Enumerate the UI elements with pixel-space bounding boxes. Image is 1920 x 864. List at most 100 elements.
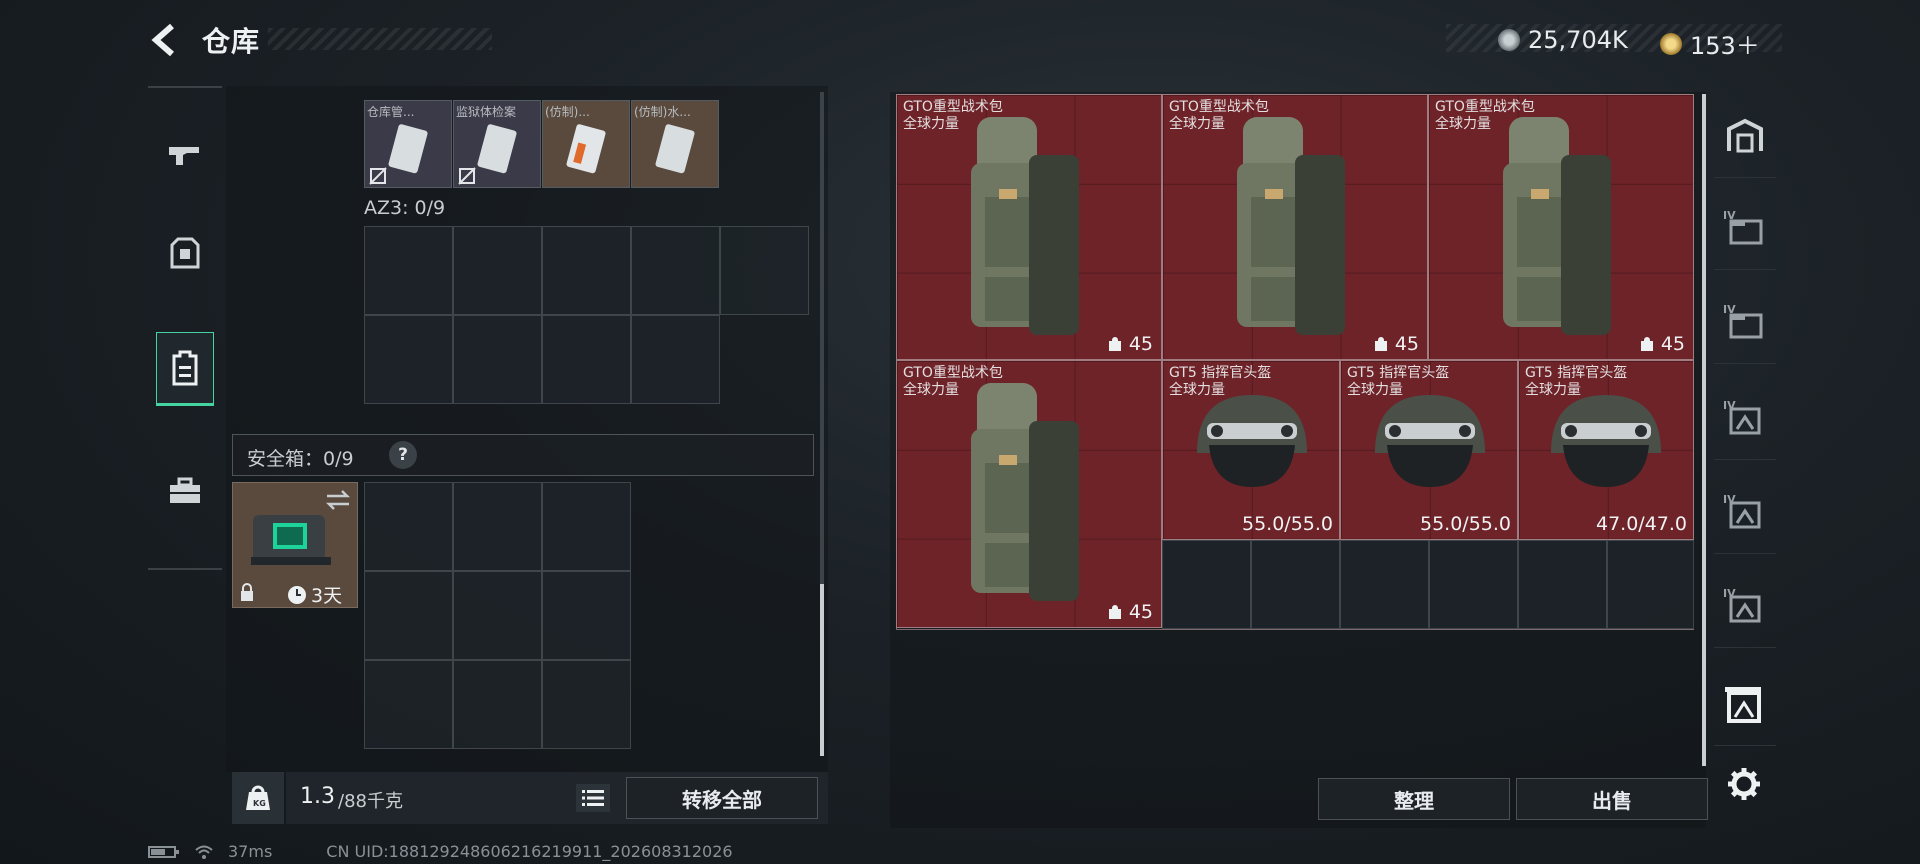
item-slot[interactable]: (仿制)水... — [631, 100, 719, 188]
grid-cell[interactable] — [542, 660, 631, 749]
stash-tab-5[interactable]: IV — [1714, 562, 1776, 648]
grid-cell[interactable] — [364, 482, 453, 571]
item-label: (仿制)水... — [634, 105, 691, 119]
tier4-folder-icon: IV — [1723, 209, 1763, 244]
inventory-scroll-thumb[interactable] — [820, 584, 824, 756]
grid-cell[interactable] — [1429, 540, 1518, 629]
item-capacity: 45 — [1107, 601, 1153, 623]
list-icon — [582, 790, 604, 806]
stash-tab-armory[interactable] — [1714, 92, 1776, 178]
stash-item[interactable]: GTO重型战术包 全球力量 45 — [896, 360, 1162, 628]
keycard-icon — [477, 124, 517, 174]
keycard-icon — [388, 124, 428, 174]
grid-cell[interactable] — [542, 482, 631, 571]
stash-tab-1[interactable]: IV — [1714, 184, 1776, 270]
grid-cell[interactable] — [1340, 540, 1429, 629]
grid-cell[interactable] — [453, 315, 542, 404]
item-slot[interactable]: 仓库管... — [364, 100, 452, 188]
grid-cell[interactable] — [542, 315, 631, 404]
currency-premium[interactable]: 153＋ — [1660, 26, 1760, 61]
grid-cell[interactable] — [453, 482, 542, 571]
currency-coins[interactable]: 25,704K — [1498, 26, 1628, 54]
stash-nav: IV IV IV IV IV — [1714, 92, 1776, 746]
grid-cell[interactable] — [1251, 540, 1340, 629]
clock-icon — [288, 585, 306, 604]
item-durability: 55.0/55.0 — [1241, 513, 1333, 535]
grid-cell[interactable] — [453, 226, 542, 315]
grid-cell[interactable] — [1162, 540, 1251, 629]
tier4-stash-icon: IV — [1723, 399, 1761, 434]
sell-button[interactable]: 出售 — [1516, 778, 1708, 820]
grid-cell[interactable] — [364, 226, 453, 315]
settings-button[interactable] — [1722, 762, 1766, 806]
battery-icon — [148, 845, 179, 858]
grid-cell[interactable] — [542, 571, 631, 660]
nav-backpack[interactable] — [156, 332, 214, 406]
stash-scroll-thumb[interactable] — [1702, 94, 1706, 766]
item-slot[interactable]: 监狱体检案 — [453, 100, 541, 188]
stash-item[interactable]: GTO重型战术包 全球力量 45 — [1428, 94, 1694, 360]
nav-toolbox[interactable] — [156, 454, 214, 528]
grid-cell[interactable] — [1607, 540, 1694, 629]
helmet-item-icon — [1375, 395, 1485, 487]
stash-tab-4[interactable]: IV — [1714, 468, 1776, 554]
weight-bar: 1.3 /88千克 转移全部 — [286, 772, 828, 824]
sort-button[interactable]: 整理 — [1318, 778, 1510, 820]
stash-tab-2[interactable]: IV — [1714, 278, 1776, 364]
premium-coin-icon — [1660, 32, 1682, 55]
left-nav — [148, 86, 222, 570]
grid-cell[interactable] — [631, 226, 720, 315]
weight-button[interactable]: KG — [232, 772, 284, 824]
backpack-icon — [172, 350, 198, 386]
item-durability: 47.0/47.0 — [1595, 513, 1687, 535]
keycard-icon — [566, 124, 606, 174]
wifi-icon — [195, 845, 213, 859]
coin-amount: 25,704K — [1528, 26, 1628, 54]
grid-cell[interactable] — [364, 315, 453, 404]
stash-item[interactable]: GTO重型战术包 全球力量 45 — [1162, 94, 1428, 360]
grid-cell[interactable] — [453, 571, 542, 660]
grid-cell[interactable] — [364, 660, 453, 749]
help-button[interactable]: ? — [389, 441, 417, 469]
stash-item[interactable]: GT5 指挥官头盔 全球力量 47.0/47.0 — [1518, 360, 1694, 540]
stash-tab-selected[interactable] — [1714, 664, 1776, 746]
stash-item[interactable]: GTO重型战术包 全球力量 45 — [896, 94, 1162, 360]
item-slot[interactable]: (仿制)... — [542, 100, 630, 188]
stash-item[interactable]: GT5 指挥官头盔 全球力量 55.0/55.0 — [1162, 360, 1340, 540]
grid-cell[interactable] — [1518, 540, 1607, 629]
list-view-button[interactable] — [576, 784, 610, 812]
safe-box-header: 安全箱：0/9 ? — [232, 434, 814, 476]
page-title: 仓库 — [202, 25, 261, 58]
az3-grid — [364, 226, 810, 406]
item-capacity: 45 — [1639, 333, 1685, 355]
stash-tab-3[interactable]: IV — [1714, 374, 1776, 460]
armory-icon — [1727, 118, 1763, 152]
title-decoration — [268, 28, 492, 50]
safe-box-item[interactable]: 3天 — [232, 482, 358, 608]
helmet-item-icon — [1551, 395, 1661, 487]
transfer-all-button[interactable]: 转移全部 — [626, 777, 818, 819]
coin-icon — [1498, 29, 1520, 51]
grid-cell[interactable] — [453, 660, 542, 749]
safe-box-label: 安全箱：0/9 — [247, 448, 354, 470]
armor-icon — [170, 237, 200, 269]
item-durability: 55.0/55.0 — [1419, 513, 1511, 535]
grid-cell[interactable] — [631, 315, 720, 404]
capacity-icon — [1640, 337, 1653, 351]
back-button[interactable] — [148, 22, 184, 58]
stash-selected-icon — [1725, 686, 1761, 723]
helmet-item-icon — [1197, 395, 1307, 487]
unsellable-icon — [458, 167, 476, 185]
stash-item[interactable]: GT5 指挥官头盔 全球力量 55.0/55.0 — [1340, 360, 1518, 540]
swap-icon — [325, 490, 351, 510]
grid-cell[interactable] — [720, 226, 809, 315]
toolbox-icon — [170, 477, 200, 503]
grid-cell[interactable] — [364, 571, 453, 660]
backpack-item-icon — [971, 383, 1079, 601]
nav-armor[interactable] — [156, 216, 214, 290]
weight-max: /88千克 — [338, 791, 403, 812]
grid-cell[interactable] — [542, 226, 631, 315]
nav-weapon[interactable] — [156, 118, 214, 192]
timer-text: 3天 — [311, 585, 343, 607]
capacity-icon — [1374, 337, 1387, 351]
